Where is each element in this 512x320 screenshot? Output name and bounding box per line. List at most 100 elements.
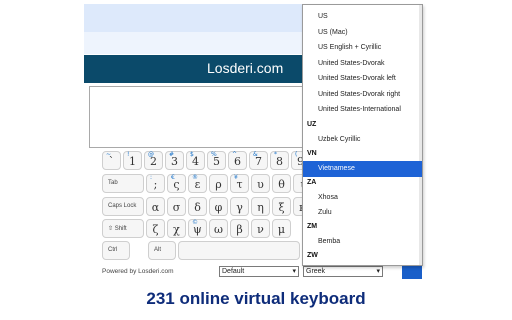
key-label: ζ	[152, 223, 159, 236]
font-select-value: Default	[222, 268, 245, 275]
key[interactable]: :;	[146, 174, 165, 193]
key[interactable]: θ	[272, 174, 291, 193]
shift-key[interactable]: ⇧ Shift	[102, 219, 144, 238]
shift-icon: ⇧	[108, 226, 115, 232]
layout-select[interactable]: Greek ▾	[303, 266, 383, 277]
key-label: 3	[171, 155, 178, 168]
dropdown-group-header: ZA	[307, 178, 317, 186]
key-label: Tab	[108, 180, 118, 186]
key[interactable]: & 7	[249, 151, 268, 170]
key-label: ν	[257, 223, 264, 236]
key[interactable]: β	[230, 219, 249, 238]
dropdown-group-header: VN	[307, 149, 317, 157]
key[interactable]: € ς	[167, 174, 186, 193]
key[interactable]: ® ε	[188, 174, 207, 193]
key-label: δ	[194, 201, 201, 214]
dropdown-option[interactable]: United States-International	[303, 102, 422, 118]
dropdown-option[interactable]: United States-Dvorak right	[303, 87, 422, 103]
dropdown-option[interactable]: Vietnamese	[303, 160, 422, 177]
key-label: 7	[255, 155, 262, 168]
key[interactable]: δ	[188, 197, 207, 216]
key[interactable]: χ	[167, 219, 186, 238]
key-text: Alt	[154, 247, 162, 253]
key-label: χ	[173, 223, 180, 236]
key-label: 1	[129, 155, 136, 168]
key-label: β	[236, 223, 243, 236]
key[interactable]: #3	[165, 151, 184, 170]
alt-key[interactable]: Alt	[148, 241, 176, 260]
key-label: Caps Lock	[108, 203, 136, 209]
key-text: Caps Lock	[108, 203, 137, 209]
key-label: υ	[257, 178, 264, 191]
key-label: ξ	[278, 201, 285, 214]
dropdown-option[interactable]: United States-Dvorak	[303, 56, 422, 72]
ctrl-key[interactable]: Ctrl	[102, 241, 130, 260]
key[interactable]: σ	[167, 197, 186, 216]
key-label: 5	[213, 155, 220, 168]
dropdown-option[interactable]: United States-Dvorak left	[303, 71, 422, 87]
key-label: σ	[172, 201, 181, 214]
key[interactable]: ¥ τ	[230, 174, 249, 193]
font-select[interactable]: Default ▾	[219, 266, 299, 277]
dropdown-option[interactable]: Shona	[303, 263, 422, 266]
key[interactable]: ! 1	[123, 151, 142, 170]
caps-lock-key[interactable]: Caps Lock	[102, 197, 144, 216]
key[interactable]: $4	[186, 151, 205, 170]
chevron-down-icon: ▾	[292, 268, 296, 275]
page: Losderi.com ~ `! 1 @2 #3 $4% 5 ^ 6 & 7 * 8(9 Tab:; € ς ®…	[0, 0, 512, 320]
key[interactable]: ^ 6	[228, 151, 247, 170]
chevron-down-icon: ▾	[376, 268, 380, 275]
caption: 231 online virtual keyboard	[146, 289, 366, 308]
key[interactable]: υ	[251, 174, 270, 193]
key[interactable]: μ	[272, 219, 291, 238]
key-label: γ	[236, 201, 243, 214]
key[interactable]: © ψ	[188, 219, 207, 238]
key[interactable]: γ	[230, 197, 249, 216]
key-label: 4	[192, 155, 199, 168]
dropdown-group-header: UZ	[307, 120, 317, 128]
key[interactable]: % 5	[207, 151, 226, 170]
key-text: Ctrl	[108, 247, 118, 253]
powered-by-label: Powered by Losderi.com	[102, 268, 174, 275]
tab-key[interactable]: Tab	[102, 174, 144, 193]
key[interactable]: @2	[144, 151, 163, 170]
dropdown-group-header: ZM	[307, 222, 318, 230]
key[interactable]: ω	[209, 219, 228, 238]
key-label: ω	[214, 223, 223, 236]
key-label: ρ	[215, 178, 222, 191]
dropdown-option[interactable]: US	[303, 9, 422, 25]
dropdown-option[interactable]: Bemba	[303, 234, 422, 250]
dropdown-option[interactable]: Xhosa	[303, 190, 422, 206]
key[interactable]: ξ	[272, 197, 291, 216]
layout-dropdown-list[interactable]: US US (Mac) US English + Cyrillic United St…	[302, 4, 423, 266]
key-label: ;	[153, 178, 158, 191]
key-label: φ	[214, 201, 223, 214]
key-label: η	[257, 201, 264, 214]
key[interactable]: α	[146, 197, 165, 216]
key-text: Shift	[114, 226, 127, 232]
space-key[interactable]	[178, 241, 300, 260]
key-label: ς	[173, 178, 180, 191]
key-label: Alt	[154, 247, 161, 253]
key-label: τ	[236, 178, 243, 191]
dropdown-option[interactable]: US English + Cyrillic	[303, 40, 422, 56]
dropdown-option[interactable]: US (Mac)	[303, 25, 422, 41]
key[interactable]: ~ `	[102, 151, 121, 170]
key-label: 2	[150, 155, 157, 168]
key-label: 8	[276, 155, 283, 168]
key[interactable]: φ	[209, 197, 228, 216]
key[interactable]: η	[251, 197, 270, 216]
key-label: ε	[194, 178, 201, 191]
dropdown-option[interactable]: Zulu	[303, 205, 422, 221]
key[interactable]: * 8	[270, 151, 289, 170]
key-label: ⇧ Shift	[108, 225, 127, 232]
dropdown-option[interactable]: Uzbek Cyrillic	[303, 132, 422, 148]
key-label: `	[108, 155, 115, 168]
site-title: Losderi.com	[207, 60, 284, 76]
key[interactable]: ν	[251, 219, 270, 238]
key-label: Ctrl	[108, 247, 117, 253]
key[interactable]: ζ	[146, 219, 165, 238]
key-label: ψ	[193, 223, 202, 236]
key[interactable]: ρ	[209, 174, 228, 193]
layout-select-value: Greek	[306, 268, 326, 275]
